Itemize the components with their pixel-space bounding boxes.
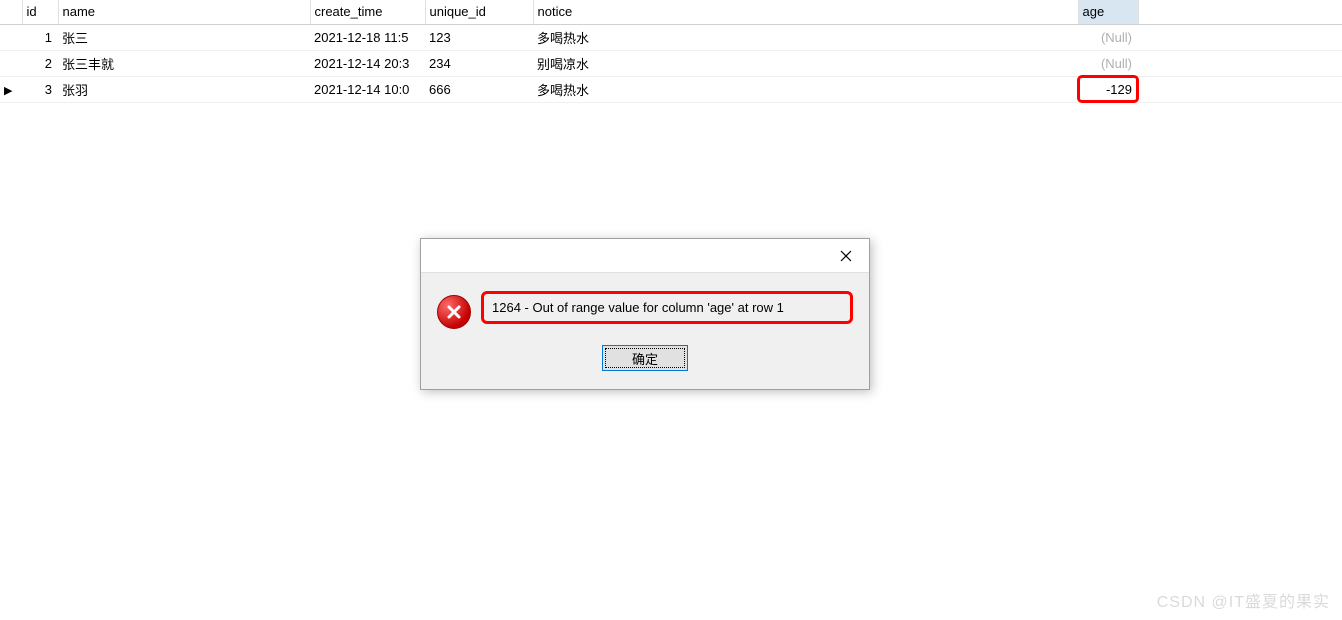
table-row[interactable]: 1张三2021-12-18 11:5123多喝热水 (Null) <box>0 24 1342 50</box>
cell-filler <box>1138 50 1342 76</box>
cell-id[interactable]: 1 <box>22 24 58 50</box>
cell-notice[interactable]: 多喝热水 <box>533 76 1078 102</box>
dialog-button-row: 确定 <box>421 339 869 389</box>
cell-age[interactable]: (Null) <box>1078 50 1138 76</box>
col-header-name[interactable]: name <box>58 0 310 24</box>
table-row[interactable]: ▶ 3张羽2021-12-14 10:0666多喝热水-129 <box>0 76 1342 102</box>
col-header-filler <box>1138 0 1342 24</box>
cell-id[interactable]: 2 <box>22 50 58 76</box>
table-body: 1张三2021-12-18 11:5123多喝热水(Null)2张三丰就2021… <box>0 24 1342 102</box>
cell-filler <box>1138 76 1342 102</box>
null-value: (Null) <box>1101 30 1132 45</box>
cell-age[interactable]: -129 <box>1078 76 1138 102</box>
col-header-age[interactable]: age <box>1078 0 1138 24</box>
dialog-body: 1264 - Out of range value for column 'ag… <box>421 273 869 339</box>
dialog-titlebar <box>421 239 869 273</box>
cell-notice[interactable]: 别喝凉水 <box>533 50 1078 76</box>
cell-id[interactable]: 3 <box>22 76 58 102</box>
cell-unique-id[interactable]: 234 <box>425 50 533 76</box>
cell-name[interactable]: 张羽 <box>58 76 310 102</box>
data-grid[interactable]: id name create_time unique_id notice age… <box>0 0 1342 103</box>
error-dialog: 1264 - Out of range value for column 'ag… <box>420 238 870 390</box>
col-header-unique-id[interactable]: unique_id <box>425 0 533 24</box>
cell-notice[interactable]: 多喝热水 <box>533 24 1078 50</box>
row-marker-cell <box>0 50 22 76</box>
cell-name[interactable]: 张三丰就 <box>58 50 310 76</box>
dialog-close-button[interactable] <box>823 239 869 272</box>
col-header-notice[interactable]: notice <box>533 0 1078 24</box>
dialog-message: 1264 - Out of range value for column 'ag… <box>481 291 853 324</box>
row-marker-cell: ▶ <box>0 76 22 102</box>
col-header-id[interactable]: id <box>22 0 58 24</box>
cell-unique-id[interactable]: 123 <box>425 24 533 50</box>
cell-create-time[interactable]: 2021-12-14 10:0 <box>310 76 425 102</box>
cell-unique-id[interactable]: 666 <box>425 76 533 102</box>
cell-create-time[interactable]: 2021-12-18 11:5 <box>310 24 425 50</box>
cell-create-time[interactable]: 2021-12-14 20:3 <box>310 50 425 76</box>
table-row[interactable]: 2张三丰就2021-12-14 20:3234别喝凉水 (Null) <box>0 50 1342 76</box>
row-marker-cell <box>0 24 22 50</box>
cell-age[interactable]: (Null) <box>1078 24 1138 50</box>
close-icon <box>840 250 852 262</box>
null-value: (Null) <box>1101 56 1132 71</box>
cell-name[interactable]: 张三 <box>58 24 310 50</box>
col-header-gutter <box>0 0 22 24</box>
cell-filler <box>1138 24 1342 50</box>
header-row: id name create_time unique_id notice age <box>0 0 1342 24</box>
error-icon <box>437 295 471 329</box>
error-icon-wrap <box>437 295 471 329</box>
watermark: CSDN @IT盛夏的果实 <box>1157 588 1330 612</box>
col-header-create-time[interactable]: create_time <box>310 0 425 24</box>
ok-button[interactable]: 确定 <box>602 345 688 371</box>
current-row-marker-icon: ▶ <box>4 86 12 97</box>
